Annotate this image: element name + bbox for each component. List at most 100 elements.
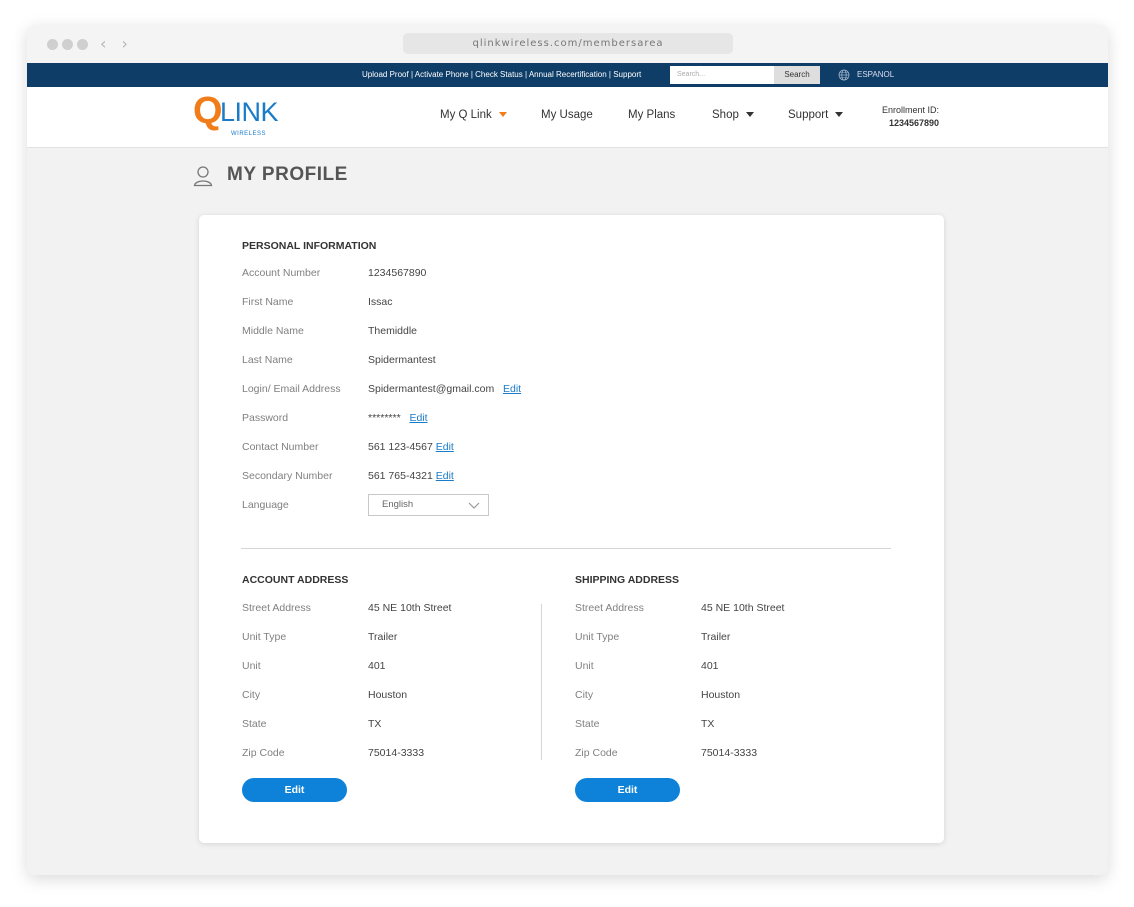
shipping-state-label: State — [575, 718, 600, 730]
account-unit-type-label: Unit Type — [242, 631, 287, 643]
middle-name-value: Themiddle — [368, 325, 418, 337]
language-select[interactable]: English — [368, 494, 489, 516]
enrollment-info: Enrollment ID: 1234567890 — [873, 104, 939, 130]
first-name-label: First Name — [242, 296, 294, 308]
nav-my-plans[interactable]: My Plans — [628, 87, 675, 143]
language-selected-value: English — [382, 499, 414, 510]
svg-text:WIRELESS: WIRELESS — [231, 131, 266, 137]
contact-number-value: 561 123-4567 — [368, 441, 433, 453]
account-number-label: Account Number — [242, 267, 321, 279]
secondary-number-value: 561 765-4321 — [368, 470, 433, 482]
address-divider — [541, 604, 542, 760]
language-label: Language — [242, 499, 289, 511]
account-state-value: TX — [368, 718, 382, 730]
close-dot[interactable] — [47, 39, 58, 50]
browser-nav: ‹ › — [100, 34, 138, 53]
account-state-label: State — [242, 718, 267, 730]
nav-my-usage[interactable]: My Usage — [541, 87, 593, 143]
site-header: Q LINK WIRELESS My Q Link My Usage My Pl… — [27, 87, 1108, 148]
shipping-zip-value: 75014-3333 — [701, 747, 758, 759]
separator: | — [470, 70, 473, 79]
account-number-value: 1234567890 — [368, 267, 427, 279]
forward-icon[interactable]: › — [122, 34, 128, 53]
shipping-city-label: City — [575, 689, 594, 701]
window-controls — [47, 39, 88, 50]
shipping-street-label: Street Address — [575, 602, 644, 614]
activate-phone-link[interactable]: Activate Phone — [415, 70, 469, 79]
globe-icon — [838, 69, 850, 81]
browser-window: ‹ › qlinkwireless.com/membersarea Upload… — [27, 25, 1108, 875]
utility-links: Upload Proof | Activate Phone | Check St… — [362, 63, 641, 87]
account-unit-type-value: Trailer — [368, 631, 398, 643]
maximize-dot[interactable] — [77, 39, 88, 50]
account-zip-label: Zip Code — [242, 747, 285, 759]
last-name-label: Last Name — [242, 354, 293, 366]
edit-contact-number-link[interactable]: Edit — [436, 441, 454, 453]
page-title: MY PROFILE — [227, 164, 348, 185]
nav-shop-label: Shop — [712, 109, 739, 121]
contact-number-label: Contact Number — [242, 441, 319, 453]
separator: | — [410, 70, 414, 79]
shipping-street-value: 45 NE 10th Street — [701, 602, 785, 614]
account-street-value: 45 NE 10th Street — [368, 602, 452, 614]
edit-shipping-address-button[interactable]: Edit — [575, 778, 680, 802]
edit-password-link[interactable]: Edit — [409, 412, 427, 424]
caret-down-icon — [498, 112, 507, 118]
account-address-title: ACCOUNT ADDRESS — [242, 574, 349, 586]
password-value: ******** — [368, 412, 401, 424]
caret-down-icon — [745, 112, 754, 118]
upload-proof-link[interactable]: Upload Proof — [362, 70, 409, 79]
shipping-state-value: TX — [701, 718, 715, 730]
account-street-label: Street Address — [242, 602, 311, 614]
check-status-link[interactable]: Check Status — [475, 70, 523, 79]
contact-number-value-row: 561 123-4567 Edit — [368, 441, 454, 453]
shipping-address-title: SHIPPING ADDRESS — [575, 574, 680, 586]
chevron-down-icon — [468, 502, 480, 509]
secondary-number-value-row: 561 765-4321 Edit — [368, 470, 454, 482]
espanol-link[interactable]: ESPANOL — [857, 63, 894, 87]
nav-shop[interactable]: Shop — [712, 87, 754, 143]
account-unit-label: Unit — [242, 660, 261, 672]
support-link[interactable]: Support — [613, 70, 641, 79]
enrollment-id: 1234567890 — [888, 118, 939, 128]
svg-text:LINK: LINK — [220, 97, 279, 127]
minimize-dot[interactable] — [62, 39, 73, 50]
search-input[interactable]: Search... — [670, 66, 774, 84]
secondary-number-label: Secondary Number — [242, 470, 333, 482]
nav-support-label: Support — [788, 109, 829, 121]
back-icon[interactable]: ‹ — [100, 34, 106, 53]
edit-email-link[interactable]: Edit — [503, 383, 521, 395]
shipping-zip-label: Zip Code — [575, 747, 618, 759]
browser-chrome: ‹ › qlinkwireless.com/membersarea — [27, 25, 1108, 63]
nav-support[interactable]: Support — [788, 87, 844, 143]
enrollment-label: Enrollment ID: — [881, 105, 939, 115]
account-zip-value: 75014-3333 — [368, 747, 425, 759]
edit-account-address-button[interactable]: Edit — [242, 778, 347, 802]
nav-my-qlink[interactable]: My Q Link — [440, 87, 507, 143]
account-city-value: Houston — [368, 689, 408, 701]
svg-text:Q: Q — [193, 91, 223, 132]
first-name-value: Issac — [368, 296, 393, 308]
separator: | — [608, 70, 611, 79]
annual-recertification-link[interactable]: Annual Recertification — [529, 70, 607, 79]
password-value-row: ******** Edit — [368, 412, 428, 424]
separator: | — [524, 70, 528, 79]
edit-secondary-number-link[interactable]: Edit — [436, 470, 454, 482]
qlink-logo[interactable]: Q LINK WIRELESS — [193, 91, 303, 137]
shipping-unit-type-value: Trailer — [701, 631, 731, 643]
section-divider — [241, 548, 891, 549]
middle-name-label: Middle Name — [242, 325, 304, 337]
email-value-row: Spidermantest@gmail.com Edit — [368, 383, 521, 395]
caret-down-icon — [835, 112, 844, 118]
profile-card: PERSONAL INFORMATION Account Number 1234… — [199, 215, 944, 843]
user-icon — [193, 166, 213, 187]
address-bar[interactable]: qlinkwireless.com/membersarea — [403, 33, 733, 54]
email-label: Login/ Email Address — [242, 383, 341, 395]
shipping-unit-value: 401 — [701, 660, 719, 672]
shipping-city-value: Houston — [701, 689, 741, 701]
search-button[interactable]: Search — [774, 66, 820, 84]
shipping-unit-type-label: Unit Type — [575, 631, 620, 643]
shipping-unit-label: Unit — [575, 660, 594, 672]
password-label: Password — [242, 412, 289, 424]
personal-info-title: PERSONAL INFORMATION — [242, 240, 377, 252]
